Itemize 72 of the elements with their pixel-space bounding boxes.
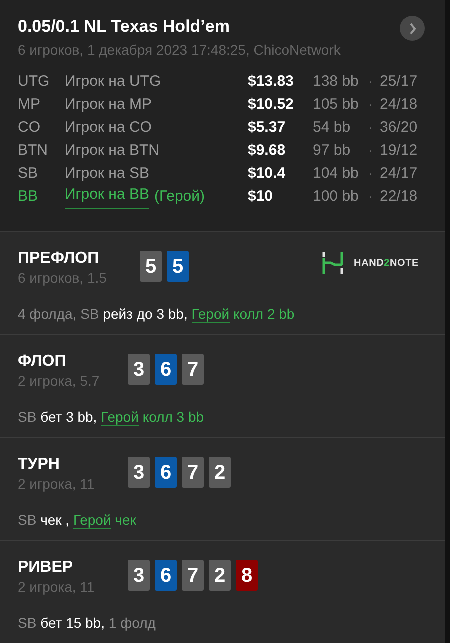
- player-stack: $5.37: [248, 118, 287, 138]
- player-bb: 105 bb: [313, 95, 360, 116]
- next-button[interactable]: [400, 16, 425, 41]
- player-stats: 22/18: [380, 187, 418, 208]
- player-name: Игрок на MP: [65, 95, 152, 116]
- player-stack: $9.68: [248, 141, 287, 162]
- player-stack: $13.83: [248, 72, 295, 92]
- player-bb: 54 bb: [313, 118, 352, 138]
- card: 7: [182, 354, 204, 385]
- player-stack: $10.4: [248, 164, 287, 184]
- action-line: SB чек , Герой чек: [18, 511, 138, 530]
- action-line: 4 фолда, SB рейз до 3 bb, Герой колл 2 bb: [18, 305, 296, 324]
- street-title: ТУРН: [18, 455, 61, 475]
- street-info: 6 игроков, 1.5: [18, 269, 108, 287]
- player-position: SB: [18, 164, 40, 184]
- card: 3: [128, 457, 150, 488]
- player-bb: 100 bb: [313, 187, 360, 208]
- card: 3: [128, 354, 150, 385]
- hero-label: (Герой): [154, 187, 205, 208]
- hand-subtitle: 6 игроков, 1 декабря 2023 17:48:25, ChicoNetwork: [18, 41, 342, 60]
- card: 5: [167, 251, 189, 282]
- street-title: РИВЕР: [18, 558, 74, 578]
- player-name: Игрок на UTG: [65, 72, 162, 92]
- player-stack: $10.52: [248, 95, 295, 116]
- separator-dot: ·: [369, 122, 374, 136]
- action-line: SB бет 15 bb, 1 фолд: [18, 614, 157, 633]
- chevron-right-icon: [408, 22, 416, 34]
- player-stats: 24/18: [380, 95, 418, 116]
- hero-link[interactable]: Герой: [192, 306, 230, 323]
- player-bb: 104 bb: [313, 164, 360, 184]
- card: 6: [155, 354, 177, 385]
- card: 7: [182, 560, 204, 591]
- player-name: Игрок на BTN: [65, 141, 160, 162]
- player-stats: 19/12: [380, 141, 418, 162]
- hero-link[interactable]: Герой: [73, 512, 112, 529]
- card: 7: [182, 457, 204, 488]
- player-name[interactable]: Игрок на BB: [65, 186, 150, 209]
- street-info: 2 игрока, 5.7: [18, 372, 101, 390]
- player-name: Игрок на SB: [65, 164, 150, 184]
- street-title: ФЛОП: [18, 352, 68, 372]
- card: 5: [140, 251, 162, 282]
- card: 3: [128, 560, 150, 591]
- action-line: SB бет 3 bb, Герой колл 3 bb: [18, 408, 206, 427]
- player-bb: 97 bb: [313, 141, 352, 162]
- logo-icon: [322, 252, 344, 274]
- card: 6: [155, 457, 177, 488]
- card: 2: [209, 560, 231, 591]
- player-stats: 25/17: [380, 72, 418, 92]
- separator-dot: ·: [369, 99, 374, 113]
- player-position: BTN: [18, 141, 49, 162]
- player-position: UTG: [18, 72, 51, 92]
- player-name: Игрок на CO: [65, 118, 152, 138]
- street-title: ПРЕФЛОП: [18, 249, 100, 269]
- street-info: 2 игрока, 11: [18, 475, 96, 493]
- hero-link[interactable]: Герой: [101, 409, 139, 426]
- separator-dot: ·: [369, 76, 374, 90]
- player-position: BB: [18, 187, 40, 208]
- street-info: 2 игрока, 11: [18, 578, 96, 596]
- separator-dot: ·: [369, 168, 374, 182]
- card: 8: [236, 560, 258, 591]
- player-position: CO: [18, 118, 42, 138]
- card: 6: [155, 560, 177, 591]
- player-stats: 36/20: [380, 118, 418, 138]
- player-bb: 138 bb: [313, 72, 360, 92]
- hand-title: 0.05/0.1 NL Texas Hold’em: [18, 16, 230, 38]
- player-stats: 24/17: [380, 164, 418, 184]
- card: 2: [209, 457, 231, 488]
- player-position: MP: [18, 95, 42, 116]
- player-stack: $10: [248, 187, 274, 208]
- logo-text: HAND2NOTE: [354, 256, 419, 270]
- separator-dot: ·: [369, 145, 374, 159]
- separator-dot: ·: [369, 191, 374, 205]
